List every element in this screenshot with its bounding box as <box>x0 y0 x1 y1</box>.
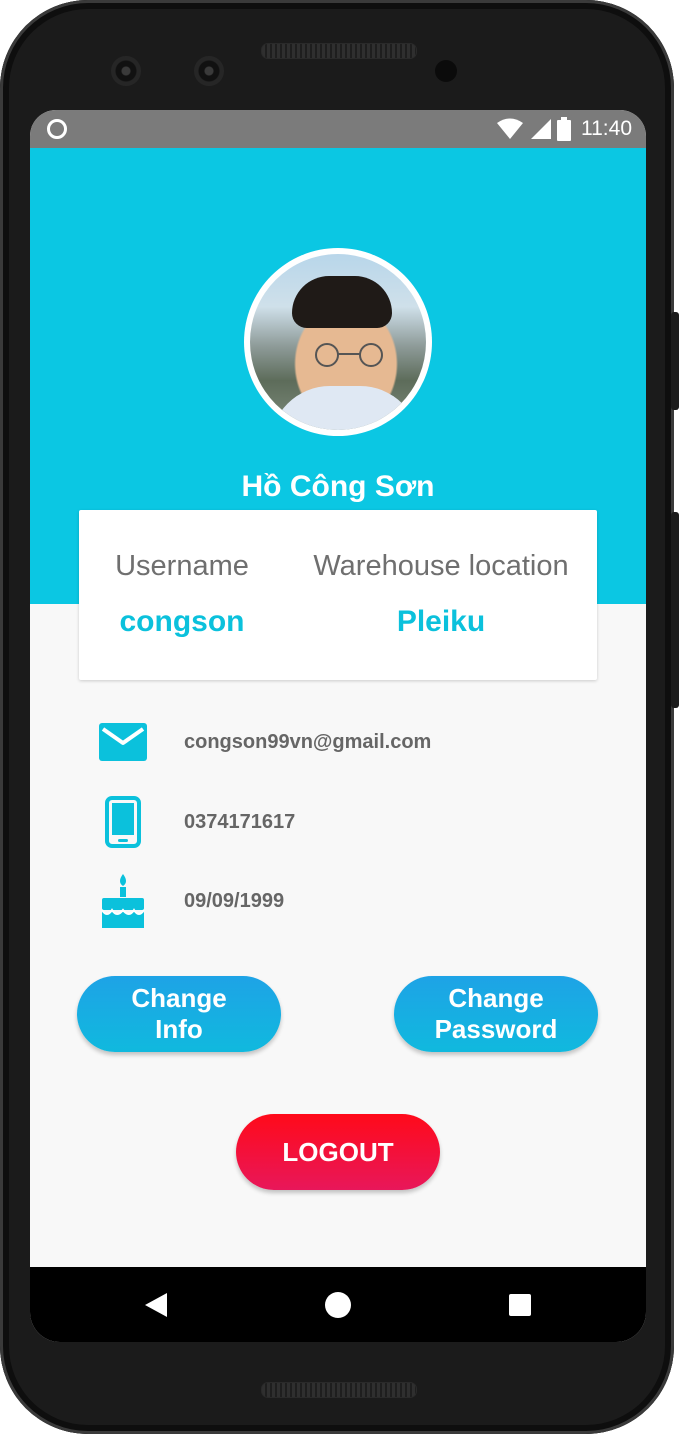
location-value: Pleiku <box>396 605 486 638</box>
email-row: congson99vn@gmail.com <box>98 714 431 770</box>
logout-label: LOGOUT <box>282 1136 394 1167</box>
top-speaker <box>261 43 417 59</box>
username-value: congson <box>119 605 245 638</box>
phone-text: 0374171617 <box>184 810 296 833</box>
username-column: Username congson <box>89 550 275 639</box>
system-nav-bar <box>30 1267 646 1342</box>
change-password-label-line2: Password <box>434 1014 558 1044</box>
status-time: 11:40 <box>581 117 632 140</box>
status-bar: 11:40 <box>30 110 646 148</box>
back-button[interactable] <box>121 1267 191 1342</box>
logout-button[interactable]: LOGOUT <box>236 1114 440 1190</box>
avatar-shirt <box>270 386 420 430</box>
birthday-cake-icon <box>98 873 148 929</box>
front-sensor-camera <box>194 56 224 86</box>
app-screen: 11:40 Hồ Công Sơn Username congson Wareh… <box>30 110 646 1342</box>
front-camera <box>111 56 141 86</box>
wifi-icon <box>497 118 523 139</box>
back-icon <box>145 1292 167 1317</box>
email-text: congson99vn@gmail.com <box>184 730 432 753</box>
home-icon <box>325 1291 351 1318</box>
recents-button[interactable] <box>485 1267 555 1342</box>
location-label: Warehouse location <box>313 550 569 582</box>
avatar-frame[interactable] <box>244 248 432 436</box>
change-info-button[interactable]: Change Info <box>77 976 281 1052</box>
username-label: Username <box>115 550 249 582</box>
email-icon <box>98 714 148 770</box>
phone-icon <box>98 794 148 850</box>
info-card: Username congson Warehouse location Plei… <box>79 510 597 680</box>
proximity-sensor <box>435 60 457 82</box>
change-password-button[interactable]: Change Password <box>394 976 598 1052</box>
volume-button <box>671 512 679 708</box>
bottom-speaker <box>261 1382 417 1398</box>
change-info-label-line1: Change <box>131 983 227 1013</box>
birthday-text: 09/09/1999 <box>184 889 285 912</box>
circle-icon <box>47 119 67 139</box>
home-button[interactable] <box>303 1267 373 1342</box>
profile-name: Hồ Công Sơn <box>241 470 435 503</box>
battery-icon <box>557 117 571 141</box>
avatar <box>250 254 426 430</box>
signal-icon <box>531 119 551 139</box>
location-column: Warehouse location Pleiku <box>291 550 591 639</box>
avatar-glasses <box>315 343 383 367</box>
phone-row: 0374171617 <box>98 794 295 850</box>
phone-frame: 11:40 Hồ Công Sơn Username congson Wareh… <box>0 0 674 1434</box>
change-password-label-line1: Change <box>448 983 544 1013</box>
birthday-row: 09/09/1999 <box>98 873 284 929</box>
avatar-hair <box>292 276 392 328</box>
power-button <box>671 312 679 410</box>
recents-icon <box>509 1293 531 1316</box>
status-icons: 11:40 <box>497 110 632 148</box>
change-info-label-line2: Info <box>155 1014 203 1044</box>
